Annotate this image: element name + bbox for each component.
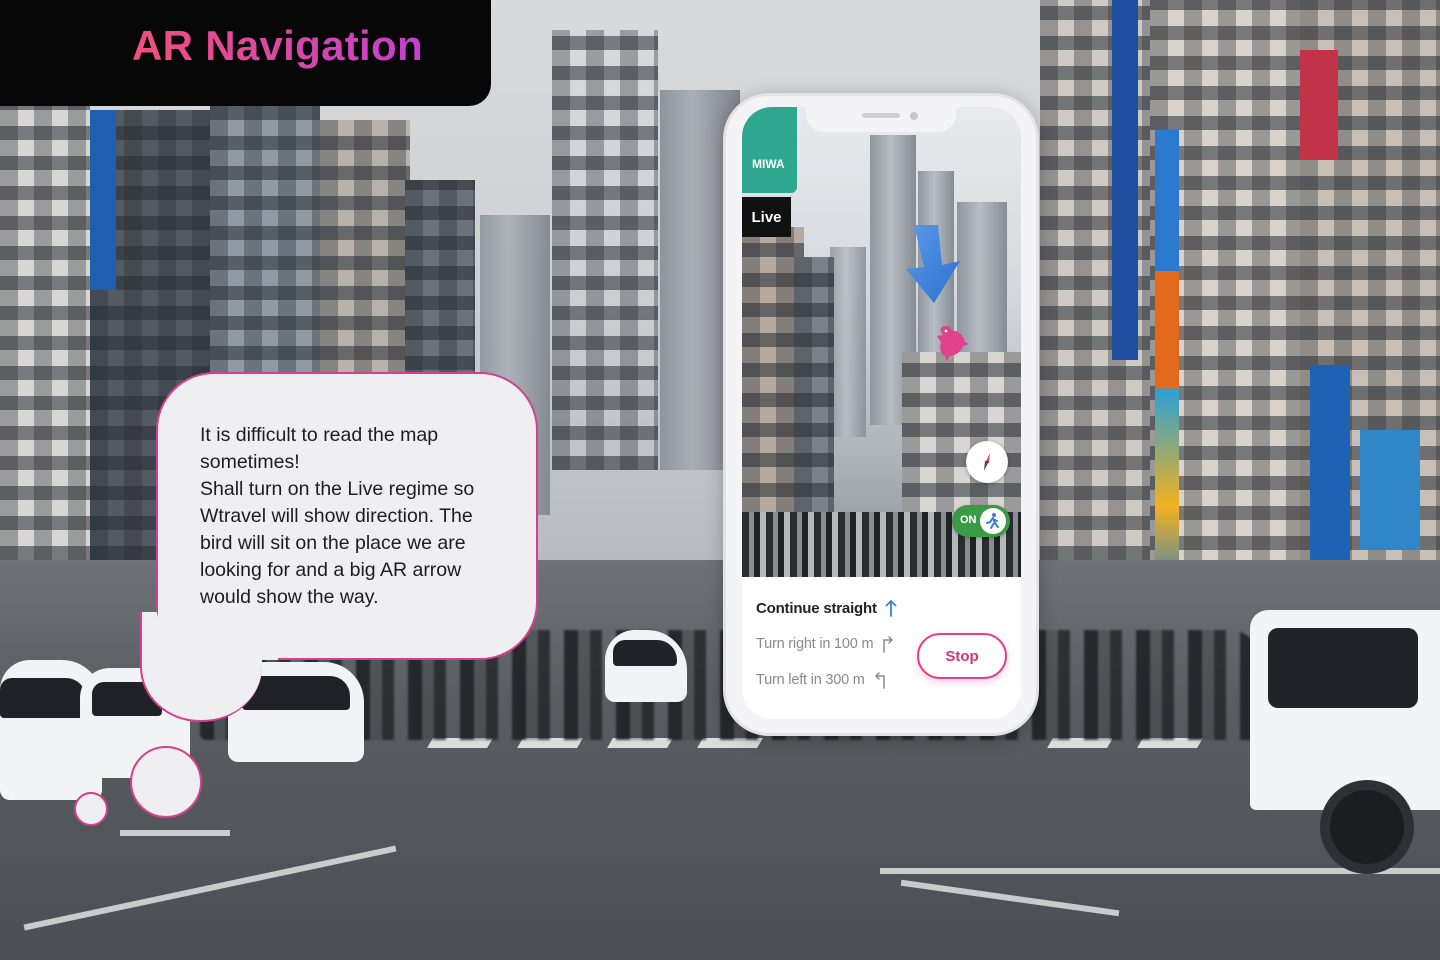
walking-person-icon [986, 513, 999, 529]
next-direction: Turn right in 100 m [756, 635, 895, 653]
arrow-up-icon [885, 599, 897, 617]
phone-camera [910, 112, 918, 120]
live-mode-badge[interactable]: Live [742, 197, 791, 237]
after-direction-label: Turn left in 300 m [756, 672, 865, 688]
ar-direction-arrow-icon [906, 225, 960, 303]
thought-dot-small [74, 792, 108, 826]
thought-line: Wtravel will show direction. The [200, 505, 473, 527]
compass-icon [984, 453, 990, 471]
compass-button[interactable] [966, 441, 1008, 483]
white-car [605, 630, 687, 702]
phone-speaker [862, 113, 900, 118]
phone-screen: MIWA Live ON Continue straight Turn righ… [742, 107, 1021, 719]
street-sign [1310, 365, 1350, 580]
phone-notch [806, 104, 956, 132]
page-title: AR Navigation [132, 22, 423, 69]
shop-sign: MIWA [742, 107, 797, 193]
current-direction: Continue straight [756, 599, 897, 617]
thought-line: bird will sit on the place we are [200, 532, 466, 554]
ar-camera-view: MIWA Live ON [742, 107, 1021, 577]
building [794, 257, 834, 527]
delivery-truck [1230, 610, 1440, 874]
thought-line: It is difficult to read the map [200, 424, 439, 446]
thought-line: sometimes! [200, 451, 300, 473]
thought-bubble-text: It is difficult to read the map sometime… [200, 422, 520, 611]
ar-bird-marker-icon [937, 325, 969, 362]
turn-right-icon [883, 636, 894, 653]
current-direction-label: Continue straight [756, 599, 877, 617]
toggle-label: ON [960, 514, 977, 526]
shop-sign-label: MIWA [752, 157, 785, 171]
street-sign [90, 110, 116, 290]
directions-panel: Continue straight Turn right in 100 m Tu… [742, 577, 1021, 719]
thought-line: looking for and a big AR arrow [200, 559, 462, 581]
live-toggle[interactable]: ON [952, 505, 1010, 537]
building [902, 352, 1021, 527]
street-sign [1112, 0, 1138, 360]
header-tab: AR Navigation [0, 0, 491, 106]
thought-line: would show the way. [200, 586, 379, 608]
street-sign [1300, 50, 1338, 160]
thought-dot-large [130, 746, 202, 818]
skyscraper [552, 30, 658, 470]
toggle-knob [980, 508, 1006, 534]
next-direction-label: Turn right in 100 m [756, 636, 874, 652]
skyscraper [830, 247, 866, 437]
lane-marking [120, 830, 230, 836]
street-sign [1360, 430, 1420, 550]
turn-left-icon [874, 672, 885, 689]
stop-navigation-button[interactable]: Stop [917, 633, 1007, 679]
thought-line: Shall turn on the Live regime so [200, 478, 475, 500]
street-sign [1155, 130, 1179, 600]
after-direction: Turn left in 300 m [756, 671, 887, 689]
